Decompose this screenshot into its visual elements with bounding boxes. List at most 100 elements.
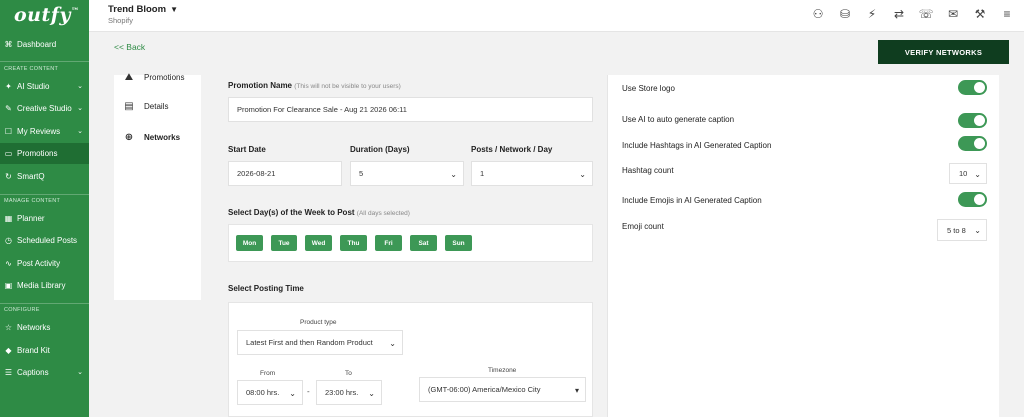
caret-down-icon: ▼ [170, 5, 178, 14]
day-sat-button[interactable]: Sat [410, 235, 437, 251]
emoji-count-select[interactable]: 5 to 8 ⌄ [937, 219, 987, 241]
star-icon: ☆ [4, 322, 13, 332]
sidebar-item-label: Networks [17, 323, 51, 332]
hashtag-count-label: Hashtag count [622, 166, 674, 175]
ai-caption-label: Use AI to auto generate caption [622, 115, 735, 124]
store-name: Trend Bloom [108, 4, 167, 15]
sidebar-item-smartq[interactable]: ↻ SmartQ [0, 166, 89, 187]
tab-label: Promotions [144, 72, 185, 82]
handshake-icon[interactable]: ⇄ [892, 7, 906, 21]
sidebar-item-post-activity[interactable]: ∿ Post Activity [0, 253, 89, 274]
product-type-select[interactable]: Latest First and then Random Product ⌄ [237, 330, 403, 355]
sidebar-item-label: Post Activity [17, 259, 61, 268]
start-date-input[interactable]: 2026-08-21 [228, 161, 342, 186]
duration-label: Duration (Days) [350, 145, 410, 154]
sidebar-item-label: Planner [17, 214, 45, 223]
sidebar-item-label: SmartQ [17, 172, 45, 181]
sidebar-item-label: Captions [17, 368, 49, 377]
sidebar-item-dashboard[interactable]: ⌘ Dashboard [0, 34, 89, 55]
time-range-separator: - [307, 387, 310, 396]
tab-details[interactable]: ▤ Details [123, 100, 168, 112]
topbar: Trend Bloom ▼ Shopify ⚇ ⛁ ⚡ ⇄ ☏ ✉ ⚒ ≡ [89, 0, 1024, 32]
chevron-down-icon: ⌄ [974, 170, 981, 179]
store-switcher[interactable]: Trend Bloom ▼ [108, 4, 178, 15]
brand-icon: ◆ [5, 345, 12, 355]
hashtags-toggle[interactable] [958, 136, 987, 151]
sidebar-item-brand-kit[interactable]: ◆ Brand Kit [0, 340, 89, 361]
chevron-down-icon: ⌄ [974, 226, 981, 235]
to-label: To [345, 370, 352, 377]
promo-icon: ⛰ [124, 71, 134, 83]
posts-per-day-select[interactable]: 1 ⌄ [471, 161, 593, 186]
sidebar-item-networks[interactable]: ☆ Networks [0, 317, 89, 338]
emoji-count-label: Emoji count [622, 222, 664, 231]
day-fri-button[interactable]: Fri [375, 235, 402, 251]
duration-select[interactable]: 5 ⌄ [350, 161, 464, 186]
sidebar-item-creative-studio[interactable]: ✎ Creative Studio ⌄ [0, 98, 89, 119]
day-wed-button[interactable]: Wed [305, 235, 332, 251]
caret-down-icon: ▾ [574, 386, 579, 395]
menu-icon[interactable]: ≡ [1000, 7, 1014, 21]
caption-icon: ☰ [4, 367, 13, 377]
hashtag-count-select[interactable]: 10 ⌄ [949, 163, 987, 184]
caption-options-panel [607, 75, 999, 417]
posting-time-panel: Product type Latest First and then Rando… [228, 302, 593, 417]
timezone-value: (GMT-06:00) America/Mexico City [428, 385, 541, 394]
timezone-select[interactable]: (GMT-06:00) America/Mexico City ▾ [419, 377, 586, 402]
app-logo[interactable]: outfy™ [14, 4, 79, 26]
globe-icon: ⊕ [124, 131, 134, 143]
support-icon[interactable]: ☏ [919, 7, 934, 21]
document-icon: ▤ [124, 100, 134, 112]
coins-icon[interactable]: ⛁ [838, 7, 852, 21]
sidebar-item-captions[interactable]: ☰ Captions ⌄ [0, 362, 89, 383]
sidebar-item-scheduled-posts[interactable]: ◷ Scheduled Posts [0, 230, 89, 251]
emojis-toggle[interactable] [958, 192, 987, 207]
magic-icon[interactable]: ⚡ [865, 7, 879, 21]
sidebar-item-promotions[interactable]: ▭ Promotions [0, 143, 89, 164]
timezone-label: Timezone [488, 367, 517, 374]
start-date-label: Start Date [228, 145, 266, 154]
product-type-value: Latest First and then Random Product [246, 338, 373, 347]
duration-value: 5 [359, 169, 364, 178]
mail-icon[interactable]: ✉ [946, 7, 960, 21]
sidebar-item-label: Brand Kit [17, 346, 50, 355]
chevron-down-icon: ⌄ [77, 369, 83, 376]
verify-networks-button[interactable]: VERIFY NETWORKS [878, 40, 1009, 64]
promotion-name-input[interactable]: Promotion For Clearance Sale - Aug 21 20… [228, 97, 593, 122]
sidebar-item-label: Dashboard [17, 40, 57, 49]
sidebar-item-media-library[interactable]: ▣ Media Library [0, 275, 89, 296]
day-tue-button[interactable]: Tue [271, 235, 297, 251]
sidebar-item-label: My Reviews [17, 127, 61, 136]
store-logo-toggle[interactable] [958, 80, 987, 95]
sidebar-item-planner[interactable]: ▦ Planner [0, 208, 89, 229]
sidebar-item-my-reviews[interactable]: ☐ My Reviews ⌄ [0, 121, 89, 142]
sidebar-item-label: Media Library [17, 281, 66, 290]
day-mon-button[interactable]: Mon [236, 235, 263, 251]
section-manage-content: MANAGE CONTENT [4, 198, 61, 204]
calendar-icon: ▦ [4, 213, 13, 223]
promotion-tabs: ⛰ Promotions ▤ Details ⊕ Networks [114, 72, 201, 300]
tab-promotions[interactable]: ⛰ Promotions [123, 71, 185, 83]
product-type-label: Product type [300, 319, 337, 326]
from-value: 08:00 hrs. [246, 388, 280, 397]
review-icon: ☐ [4, 126, 13, 136]
section-configure: CONFIGURE [4, 307, 40, 313]
emojis-label: Include Emojis in AI Generated Caption [622, 196, 762, 205]
smartq-icon: ↻ [5, 171, 12, 181]
from-time-select[interactable]: 08:00 hrs. ⌄ [237, 380, 303, 405]
day-thu-button[interactable]: Thu [340, 235, 367, 251]
sidebar-item-ai-studio[interactable]: ✦ AI Studio ⌄ [0, 76, 89, 97]
back-link[interactable]: << Back [114, 42, 145, 52]
sidebar-item-label: Promotions [17, 149, 58, 158]
image-icon: ▣ [4, 280, 13, 290]
tools-icon[interactable]: ⚒ [973, 7, 987, 21]
to-time-select[interactable]: 23:00 hrs. ⌄ [316, 380, 382, 405]
promo-icon: ▭ [4, 148, 13, 158]
user-icon[interactable]: ⚇ [811, 7, 825, 21]
day-sun-button[interactable]: Sun [445, 235, 472, 251]
chevron-down-icon: ⌄ [77, 83, 83, 90]
tab-networks[interactable]: ⊕ Networks [123, 131, 180, 143]
store-logo-label: Use Store logo [622, 84, 675, 93]
ai-caption-toggle[interactable] [958, 113, 987, 128]
promotion-name-note: (This will not be visible to your users) [294, 83, 401, 90]
